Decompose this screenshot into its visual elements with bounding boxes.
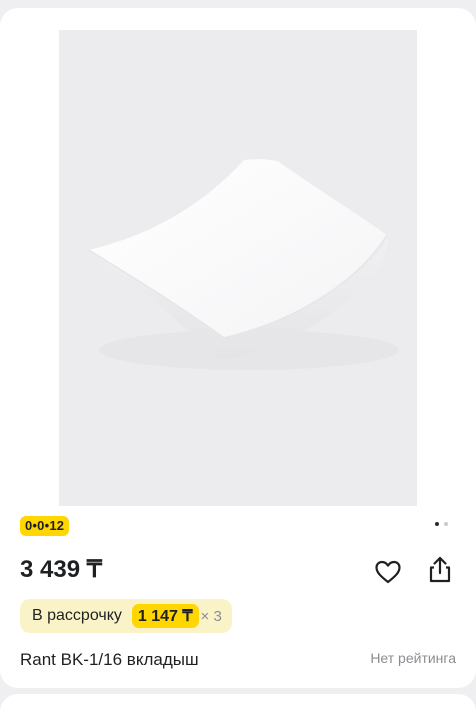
carousel-dot [444, 522, 448, 526]
next-product-card[interactable] [0, 694, 476, 714]
carousel-dot-active [435, 522, 439, 526]
promo-badge: 0•0•12 [20, 516, 70, 536]
installment-offer[interactable]: В рассрочку 1 147 ₸ × 3 [20, 599, 232, 633]
installment-multiplier: × 3 [200, 607, 222, 625]
installment-amount: 1 147 ₸ [131, 604, 199, 628]
product-price: 3 439 ₸ [20, 556, 102, 583]
favorite-button[interactable] [372, 556, 404, 588]
product-title[interactable]: Rant BK-1/16 вкладыш [20, 648, 199, 672]
product-card[interactable]: 0•0•12 3 439 ₸ В рассрочку 1 147 ₸ × 3 R… [0, 8, 476, 688]
product-rating: Нет рейтинга [370, 650, 456, 666]
carousel-indicator [435, 522, 451, 528]
share-button[interactable] [424, 554, 456, 586]
product-image[interactable] [59, 30, 417, 506]
installment-label: В рассрочку [32, 607, 122, 624]
heart-icon [375, 560, 401, 584]
product-photo [88, 159, 399, 370]
share-icon [429, 556, 451, 583]
